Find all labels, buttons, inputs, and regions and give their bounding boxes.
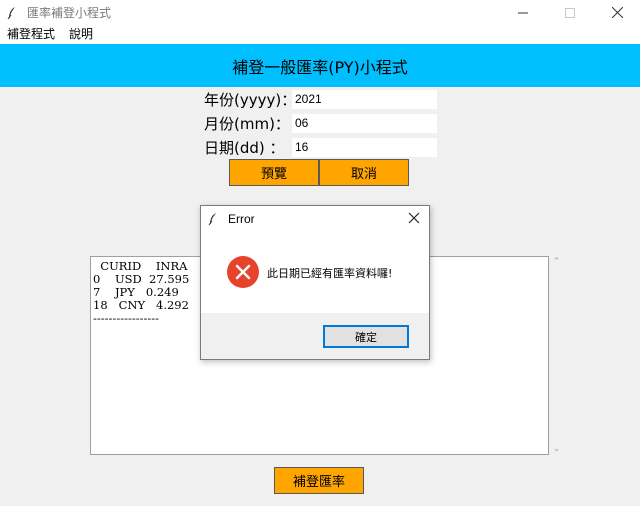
day-input[interactable]: 16: [292, 138, 437, 157]
dialog-close-icon[interactable]: [407, 211, 421, 225]
feather-app-icon: [7, 6, 15, 19]
cancel-button[interactable]: 取消: [319, 159, 409, 186]
window-title: 匯率補登小程式: [27, 6, 112, 20]
maximize-button[interactable]: [547, 0, 593, 25]
menu-item-program[interactable]: 補登程式: [0, 25, 62, 44]
menu-item-help[interactable]: 說明: [62, 25, 100, 44]
page-title: 補登一般匯率(PY)小程式: [232, 57, 408, 77]
error-icon: [227, 256, 259, 288]
title-bar: 匯率補登小程式: [0, 0, 640, 25]
minimize-button[interactable]: [500, 0, 546, 25]
month-input[interactable]: 06: [292, 114, 437, 133]
year-input[interactable]: 2021: [292, 90, 437, 109]
minimize-icon: [518, 12, 528, 13]
dialog-footer: 確定: [201, 313, 429, 359]
vertical-scrollbar[interactable]: ⌃ ⌄: [549, 256, 564, 455]
year-label: 年份(yyyy)：: [204, 91, 297, 109]
preview-button[interactable]: 預覽: [229, 159, 319, 186]
day-row: 日期(dd) ： 16: [204, 137, 437, 158]
scroll-up-arrow-icon[interactable]: ⌃: [549, 256, 564, 268]
dialog-title-bar: Error: [201, 206, 429, 232]
month-row: 月份(mm)： 06: [204, 113, 437, 134]
dialog-message: 此日期已經有匯率資料囉!: [267, 267, 393, 280]
dialog-title: Error: [228, 212, 255, 226]
feather-app-icon: [208, 213, 216, 226]
day-label: 日期(dd) ：: [204, 139, 285, 157]
error-x-icon: [235, 264, 251, 280]
year-row: 年份(yyyy)： 2021: [204, 89, 437, 110]
close-window-button[interactable]: [594, 0, 640, 25]
error-dialog: Error 此日期已經有匯率資料囉! 確定: [200, 205, 430, 360]
scroll-down-arrow-icon[interactable]: ⌄: [549, 443, 564, 455]
app-window: 匯率補登小程式 補登程式 說明 補登一般匯率(PY)小程式 年份(yyyy)： …: [0, 0, 640, 506]
submit-rate-button[interactable]: 補登匯率: [274, 467, 364, 494]
close-icon: [611, 7, 623, 18]
month-label: 月份(mm)：: [204, 115, 290, 133]
ok-button[interactable]: 確定: [323, 325, 409, 348]
maximize-icon: [565, 7, 575, 18]
menu-bar: 補登程式 說明: [0, 25, 640, 44]
header-banner: 補登一般匯率(PY)小程式: [0, 44, 640, 87]
